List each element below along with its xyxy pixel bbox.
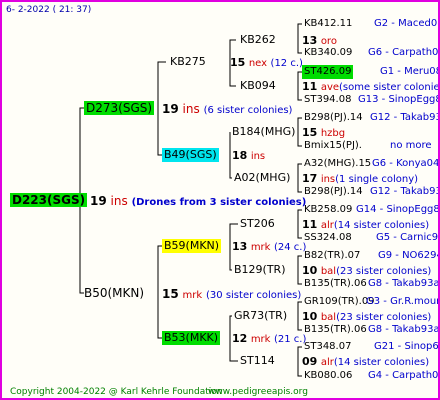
- gen2-kb275-name[interactable]: KB275: [170, 55, 206, 69]
- gen2-b59-info: 13 mrk (24 c.): [232, 240, 306, 255]
- gen3-3-name[interactable]: A02(MHG): [234, 171, 290, 185]
- root-year: 19: [90, 194, 107, 208]
- gen3-5-name[interactable]: B129(TR): [234, 263, 286, 277]
- gen4-3-code: G13 - SinopEgg86R: [358, 94, 438, 105]
- gen3-6-ins: bal: [320, 312, 337, 323]
- gen4-13-code: G8 - Takab93aR: [368, 324, 440, 335]
- gen3-4-year: 11: [302, 218, 318, 231]
- root-ins: ins: [110, 194, 128, 208]
- gen4-9-name[interactable]: SS324.08: [304, 231, 352, 245]
- gen4-11-name[interactable]: B135(TR).06: [304, 277, 367, 291]
- gen4-7-code: G12 - Takab93R: [370, 186, 438, 197]
- gen2-kb275-info: 15 nex (12 c.): [230, 56, 303, 71]
- gen1-father-note: (6 sister colonies): [203, 105, 293, 116]
- gen3-7-info: 09 alr(14 sister colonies): [302, 355, 429, 370]
- gen4-10-name[interactable]: B82(TR).07: [304, 249, 360, 263]
- gen2-3-note: (21 c.): [273, 334, 307, 345]
- gen2-b49-info: 18 ins: [232, 149, 265, 164]
- gen2-b53-info: 12 mrk (21 c.): [232, 332, 306, 347]
- gen4-6-name[interactable]: A32(MHG).15: [304, 157, 371, 171]
- gen3-2-year: 15: [302, 126, 318, 139]
- gen3-3-ins: ins: [320, 174, 336, 185]
- gen2-3-ins: mrk: [250, 334, 271, 345]
- gen3-3-year: 17: [302, 172, 318, 185]
- root-note: (Drones from 3 sister colonies): [131, 197, 307, 208]
- gen4-6-code: G6 - Konya04-2: [372, 158, 440, 169]
- gen3-5-note: (23 sister colonies): [336, 266, 432, 277]
- gen4-8-code: G14 - SinopEgg86R: [356, 204, 440, 215]
- gen1-mother-info: 15 mrk (30 sister colonies): [162, 287, 301, 303]
- gen4-15-code: G4 - Carpath00R: [368, 370, 439, 381]
- root-queen-name[interactable]: D223(SGS): [10, 193, 88, 207]
- gen3-5-ins: bal: [320, 266, 337, 277]
- gen1-father-ins: ins: [182, 102, 200, 116]
- gen4-0-code: G2 - Maced08Q: [374, 18, 438, 29]
- gen4-2-code: G1 - Meru08Q: [380, 66, 438, 77]
- gen3-5-year: 10: [302, 264, 318, 277]
- gen2-3-year: 12: [232, 332, 248, 345]
- gen4-4-code: G12 - Takab93R: [370, 112, 438, 123]
- gen4-9-code: G5 - Carnic99R: [376, 232, 439, 243]
- gen4-5-name[interactable]: Bmix15(PJ).: [304, 139, 362, 153]
- gen3-0-name[interactable]: KB262: [240, 33, 276, 47]
- gen4-11-code: G8 - Takab93aR: [368, 278, 440, 289]
- gen2-1-year: 18: [232, 149, 248, 162]
- footer-copyright: Copyright 2004-2022 @ Karl Kehrle Founda…: [10, 387, 223, 397]
- gen3-7-name[interactable]: ST114: [240, 354, 275, 368]
- gen1-mother-ins: mrk: [182, 290, 203, 301]
- gen1-father-year: 19: [162, 102, 179, 116]
- gen3-6-name[interactable]: GR73(TR): [234, 309, 287, 323]
- gen3-4-name[interactable]: ST206: [240, 217, 275, 231]
- gen2-b49-name[interactable]: B49(SGS): [162, 148, 219, 162]
- gen4-5-code: no more: [390, 140, 432, 151]
- gen2-b59-name[interactable]: B59(MKN): [162, 239, 222, 253]
- gen2-2-year: 13: [232, 240, 248, 253]
- gen2-0-note: (12 c.): [270, 58, 303, 69]
- gen3-1-name[interactable]: KB094: [240, 79, 276, 93]
- gen3-4-ins: alr: [320, 220, 334, 231]
- gen2-2-ins: mrk: [250, 242, 271, 253]
- gen3-3-note: (1 single colony): [335, 174, 419, 185]
- gen3-7-year: 09: [302, 355, 318, 368]
- gen4-1-code: G6 - Carpath00R: [368, 47, 439, 58]
- gen4-15-name[interactable]: KB080.06: [304, 369, 352, 383]
- gen4-8-name[interactable]: KB258.09: [304, 203, 352, 217]
- gen4-7-name[interactable]: B298(PJ).14: [304, 185, 363, 199]
- gen2-2-note: (24 c.): [273, 242, 307, 253]
- gen3-1-year: 11: [302, 80, 318, 93]
- gen3-2-name[interactable]: B184(MHG): [232, 125, 295, 139]
- gen4-4-name[interactable]: B298(PJ).14: [304, 111, 363, 125]
- gen1-mother-name[interactable]: B50(MKN): [84, 286, 144, 300]
- gen3-6-year: 10: [302, 310, 318, 323]
- gen1-mother-year: 15: [162, 287, 179, 301]
- gen4-14-code: G21 - Sinop62R: [374, 341, 439, 352]
- gen4-0-name[interactable]: KB412.11: [304, 17, 352, 31]
- gen3-6-note: (23 sister colonies): [336, 312, 432, 323]
- gen3-1-ins: ave: [320, 82, 340, 93]
- gen1-mother-note: (30 sister colonies): [206, 290, 302, 301]
- gen4-14-name[interactable]: ST348.07: [304, 340, 351, 354]
- gen2-0-year: 15: [230, 56, 246, 69]
- gen3-2-ins: hzbg: [320, 128, 346, 139]
- gen2-b53-name[interactable]: B53(MKK): [162, 331, 221, 345]
- date-header: 6- 2-2022 ( 21: 37): [6, 5, 92, 15]
- gen3-7-ins: alr: [320, 357, 334, 368]
- gen4-12-code: G3 - Gr.R.mounta: [366, 296, 438, 307]
- gen4-2-name[interactable]: ST426.09: [302, 65, 354, 79]
- gen4-1-name[interactable]: KB340.09: [304, 46, 352, 60]
- gen1-father-info: 19 ins (6 sister colonies): [162, 102, 292, 118]
- gen4-12-name[interactable]: GR109(TR).09: [304, 295, 375, 309]
- pedigree-chart: 6- 2-2022 ( 21: 37) D223(SGS) 19 ins (Dr…: [0, 0, 440, 400]
- gen4-13-name[interactable]: B135(TR).06: [304, 323, 367, 337]
- gen1-father-name[interactable]: D273(SGS): [84, 101, 155, 115]
- gen3-7-note: (14 sister colonies): [333, 357, 430, 368]
- gen2-0-ins: nex: [248, 58, 268, 69]
- gen3-4-note: (14 sister colonies): [333, 220, 430, 231]
- gen4-3-name[interactable]: ST394.08: [304, 93, 351, 107]
- gen2-1-ins: ins: [250, 151, 266, 162]
- gen3-1-note: (some sister colonies): [339, 82, 440, 93]
- footer-url[interactable]: www.pedigreeapis.org: [208, 385, 308, 398]
- root-info: 19 ins (Drones from 3 sister colonies): [90, 194, 306, 210]
- gen4-10-code: G9 - NO6294R: [378, 250, 438, 261]
